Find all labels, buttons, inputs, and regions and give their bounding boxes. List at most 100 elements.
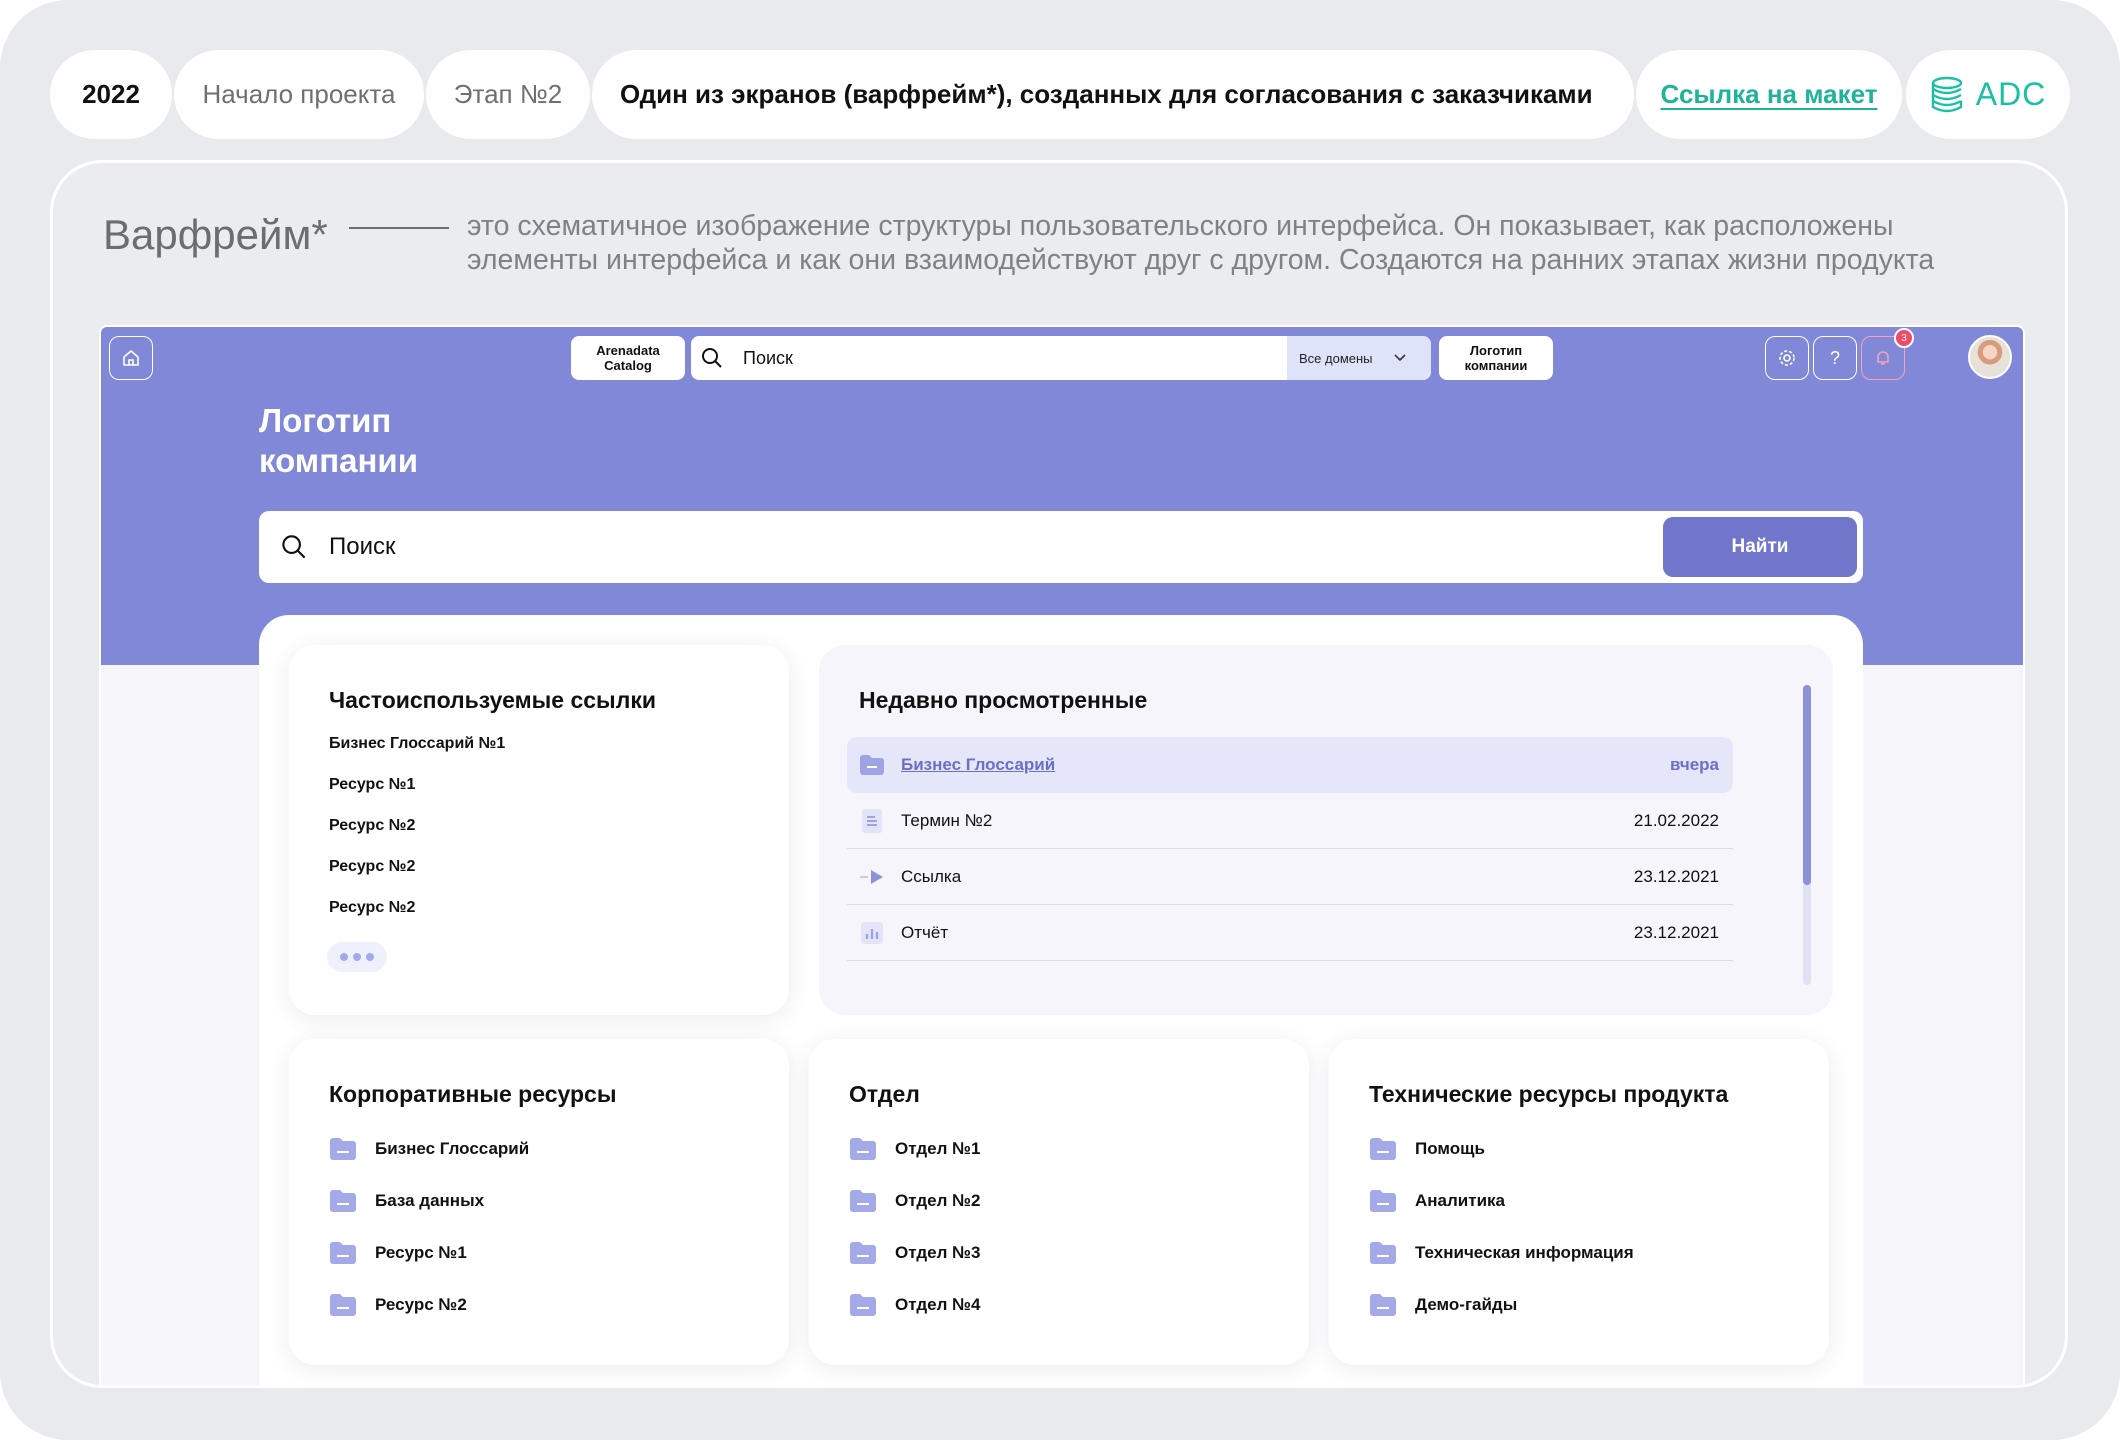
recent-card: Недавно просмотренные Бизнес Глоссарий в… bbox=[819, 645, 1833, 1015]
folder-icon bbox=[850, 1242, 876, 1264]
notification-badge: 3 bbox=[1894, 328, 1914, 348]
frequent-links-card: Частоиспользуемые ссылки Бизнес Глоссари… bbox=[289, 645, 789, 1015]
department-item[interactable]: Отдел №4 bbox=[849, 1293, 981, 1317]
stage-pill: Этап №2 bbox=[426, 50, 590, 139]
company-logo-small-line1: Логотип bbox=[1469, 343, 1523, 358]
department-label: Отдел №4 bbox=[895, 1295, 981, 1314]
avatar[interactable] bbox=[1968, 335, 2012, 379]
home-icon bbox=[123, 350, 139, 366]
find-button[interactable]: Найти bbox=[1663, 517, 1857, 577]
search-icon bbox=[282, 535, 306, 559]
brand-logo-pill: ADC bbox=[1906, 50, 2070, 139]
resource-label: База данных bbox=[375, 1191, 485, 1210]
department-item[interactable]: Отдел №1 bbox=[849, 1137, 981, 1161]
department-title: Отдел bbox=[849, 1081, 920, 1107]
recent-row-name[interactable]: Бизнес Глоссарий bbox=[901, 755, 1670, 775]
recent-row-date: 23.12.2021 bbox=[1633, 866, 1719, 886]
technical-resources-card: Технические ресурсы продукта Помощь Анал… bbox=[1329, 1039, 1829, 1365]
recent-row-name[interactable]: Ссылка bbox=[901, 867, 1634, 887]
help-button[interactable]: ? bbox=[1813, 336, 1857, 380]
frequent-link[interactable]: Ресурс №1 bbox=[329, 776, 415, 794]
resource-item[interactable]: База данных bbox=[329, 1189, 484, 1213]
technical-item[interactable]: Демо-гайды bbox=[1369, 1293, 1517, 1317]
settings-button[interactable] bbox=[1765, 336, 1809, 380]
technical-label: Демо-гайды bbox=[1415, 1295, 1518, 1314]
technical-label: Аналитика bbox=[1415, 1191, 1505, 1210]
catalog-label-line1: Arenadata bbox=[596, 343, 660, 358]
frequent-link[interactable]: Ресурс №2 bbox=[329, 858, 415, 876]
corporate-resources-card: Корпоративные ресурсы Бизнес Глоссарий Б… bbox=[289, 1039, 789, 1365]
top-search-input[interactable]: Поиск bbox=[743, 348, 1287, 369]
hero-logo-line1: Логотип bbox=[259, 402, 392, 439]
stage-label: Этап №2 bbox=[453, 79, 563, 109]
folder-icon bbox=[330, 1138, 356, 1160]
wireframe-definition: это схематичное изображение структуры по… bbox=[467, 210, 1935, 276]
hero-company-logo: Логотип компании bbox=[259, 401, 418, 481]
folder-icon bbox=[1370, 1294, 1396, 1316]
gear-icon bbox=[1779, 350, 1795, 366]
resource-item[interactable]: Бизнес Глоссарий bbox=[329, 1137, 529, 1161]
adc-logo-text: ADC bbox=[1975, 76, 2047, 112]
recent-row-date: 23.12.2021 bbox=[1633, 922, 1719, 942]
technical-label: Помощь bbox=[1415, 1139, 1485, 1158]
hero-search-bar[interactable]: Поиск Найти bbox=[259, 511, 1863, 583]
folder-icon bbox=[1370, 1242, 1396, 1264]
frequent-link[interactable]: Ресурс №2 bbox=[329, 899, 415, 917]
mockup-link-pill[interactable]: Ссылка на макет bbox=[1636, 50, 1902, 139]
catalog-logo[interactable]: Arenadata Catalog bbox=[571, 336, 685, 380]
frequent-link[interactable]: Бизнес Глоссарий №1 bbox=[329, 735, 505, 753]
wireframe-term: Варфрейм* bbox=[103, 211, 328, 258]
recent-row[interactable]: Отчёт 23.12.2021 bbox=[847, 905, 1733, 961]
catalog-label-line2: Catalog bbox=[604, 358, 652, 373]
content-panel: Частоиспользуемые ссылки Бизнес Глоссари… bbox=[259, 615, 1863, 1385]
company-logo-small[interactable]: Логотип компании bbox=[1439, 336, 1553, 380]
resource-item[interactable]: Ресурс №2 bbox=[329, 1293, 467, 1317]
bell-icon bbox=[1877, 351, 1889, 365]
resource-item[interactable]: Ресурс №1 bbox=[329, 1241, 467, 1265]
scroll-thumb[interactable] bbox=[1803, 685, 1811, 885]
notifications-button[interactable]: 3 bbox=[1861, 328, 1914, 380]
folder-icon bbox=[1370, 1138, 1396, 1160]
recent-row[interactable]: Термин №2 21.02.2022 bbox=[847, 793, 1733, 849]
home-button[interactable] bbox=[109, 336, 153, 380]
wireframe-screenshot: Arenadata Catalog Поиск Все домены Логоти… bbox=[99, 325, 2025, 1385]
year-pill: 2022 bbox=[50, 50, 172, 139]
recent-row-name[interactable]: Термин №2 bbox=[901, 811, 1634, 831]
folder-icon bbox=[330, 1190, 356, 1212]
resource-label: Ресурс №2 bbox=[375, 1295, 467, 1314]
recent-scrollbar[interactable] bbox=[1803, 685, 1811, 985]
domain-select-value: Все домены bbox=[1299, 350, 1373, 366]
domain-select[interactable]: Все домены bbox=[1287, 336, 1431, 380]
technical-resources-title: Технические ресурсы продукта bbox=[1369, 1081, 1729, 1107]
technical-item[interactable]: Техническая информация bbox=[1369, 1241, 1634, 1265]
frequent-link[interactable]: Ресурс №2 bbox=[329, 817, 415, 835]
hero-search-input[interactable]: Поиск bbox=[329, 533, 1863, 561]
hero-logo-line2: компании bbox=[259, 442, 419, 479]
term-divider bbox=[349, 227, 449, 229]
main-card: Варфрейм* это схематичное изображение ст… bbox=[50, 160, 2068, 1388]
folder-icon bbox=[859, 752, 885, 778]
recent-row[interactable]: Бизнес Глоссарий вчера bbox=[847, 737, 1733, 793]
folder-icon bbox=[1370, 1190, 1396, 1212]
document-icon bbox=[859, 808, 885, 834]
question-icon: ? bbox=[1829, 347, 1840, 368]
recent-row[interactable]: Ссылка 23.12.2021 bbox=[847, 849, 1733, 905]
database-stack-icon bbox=[1931, 76, 1962, 112]
department-item[interactable]: Отдел №2 bbox=[849, 1189, 981, 1213]
department-item[interactable]: Отдел №3 bbox=[849, 1241, 981, 1265]
top-search-bar[interactable]: Поиск Все домены bbox=[691, 336, 1431, 380]
description-pill: Один из экранов (варфрейм*), созданных д… bbox=[592, 50, 1634, 139]
adc-logo: ADC bbox=[1930, 75, 2047, 115]
department-label: Отдел №2 bbox=[895, 1191, 981, 1210]
technical-item[interactable]: Аналитика bbox=[1369, 1189, 1505, 1213]
chevron-down-icon bbox=[1393, 354, 1406, 362]
folder-icon bbox=[330, 1242, 356, 1264]
project-start-label: Начало проекта bbox=[202, 79, 396, 109]
technical-item[interactable]: Помощь bbox=[1369, 1137, 1485, 1161]
resource-label: Ресурс №1 bbox=[375, 1243, 467, 1262]
technical-label: Техническая информация bbox=[1415, 1243, 1634, 1262]
mockup-link[interactable]: Ссылка на макет bbox=[1661, 79, 1878, 110]
more-button[interactable] bbox=[327, 942, 387, 972]
recent-row-name[interactable]: Отчёт bbox=[901, 923, 1634, 943]
resource-label: Бизнес Глоссарий bbox=[375, 1139, 530, 1158]
